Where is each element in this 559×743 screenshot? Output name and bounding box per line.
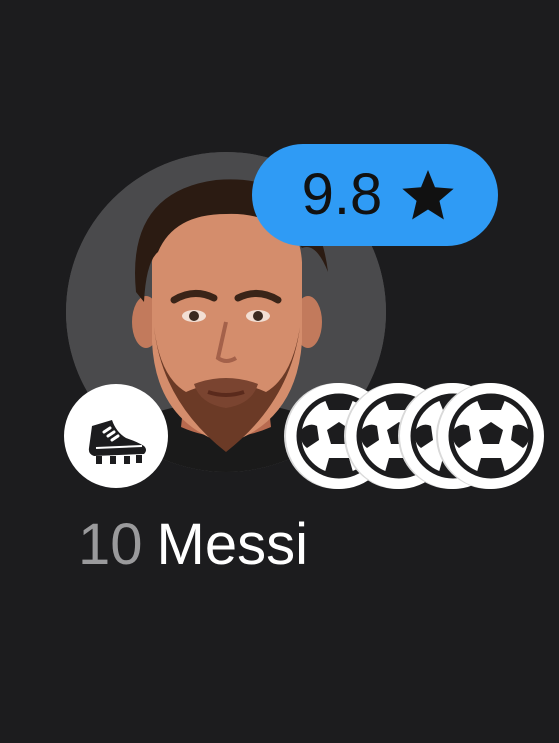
player-card[interactable]: 9.8 10 Messi (0, 0, 559, 743)
star-icon (400, 168, 456, 222)
player-name: Messi (156, 512, 308, 577)
rating-value: 9.8 (301, 162, 383, 227)
rating-badge: 9.8 (252, 144, 498, 246)
goal-football-icon-4 (438, 383, 544, 489)
shirt-number: 10 (78, 512, 143, 577)
football-boot-icon (64, 384, 168, 488)
player-name-row: 10 Messi (78, 516, 308, 574)
